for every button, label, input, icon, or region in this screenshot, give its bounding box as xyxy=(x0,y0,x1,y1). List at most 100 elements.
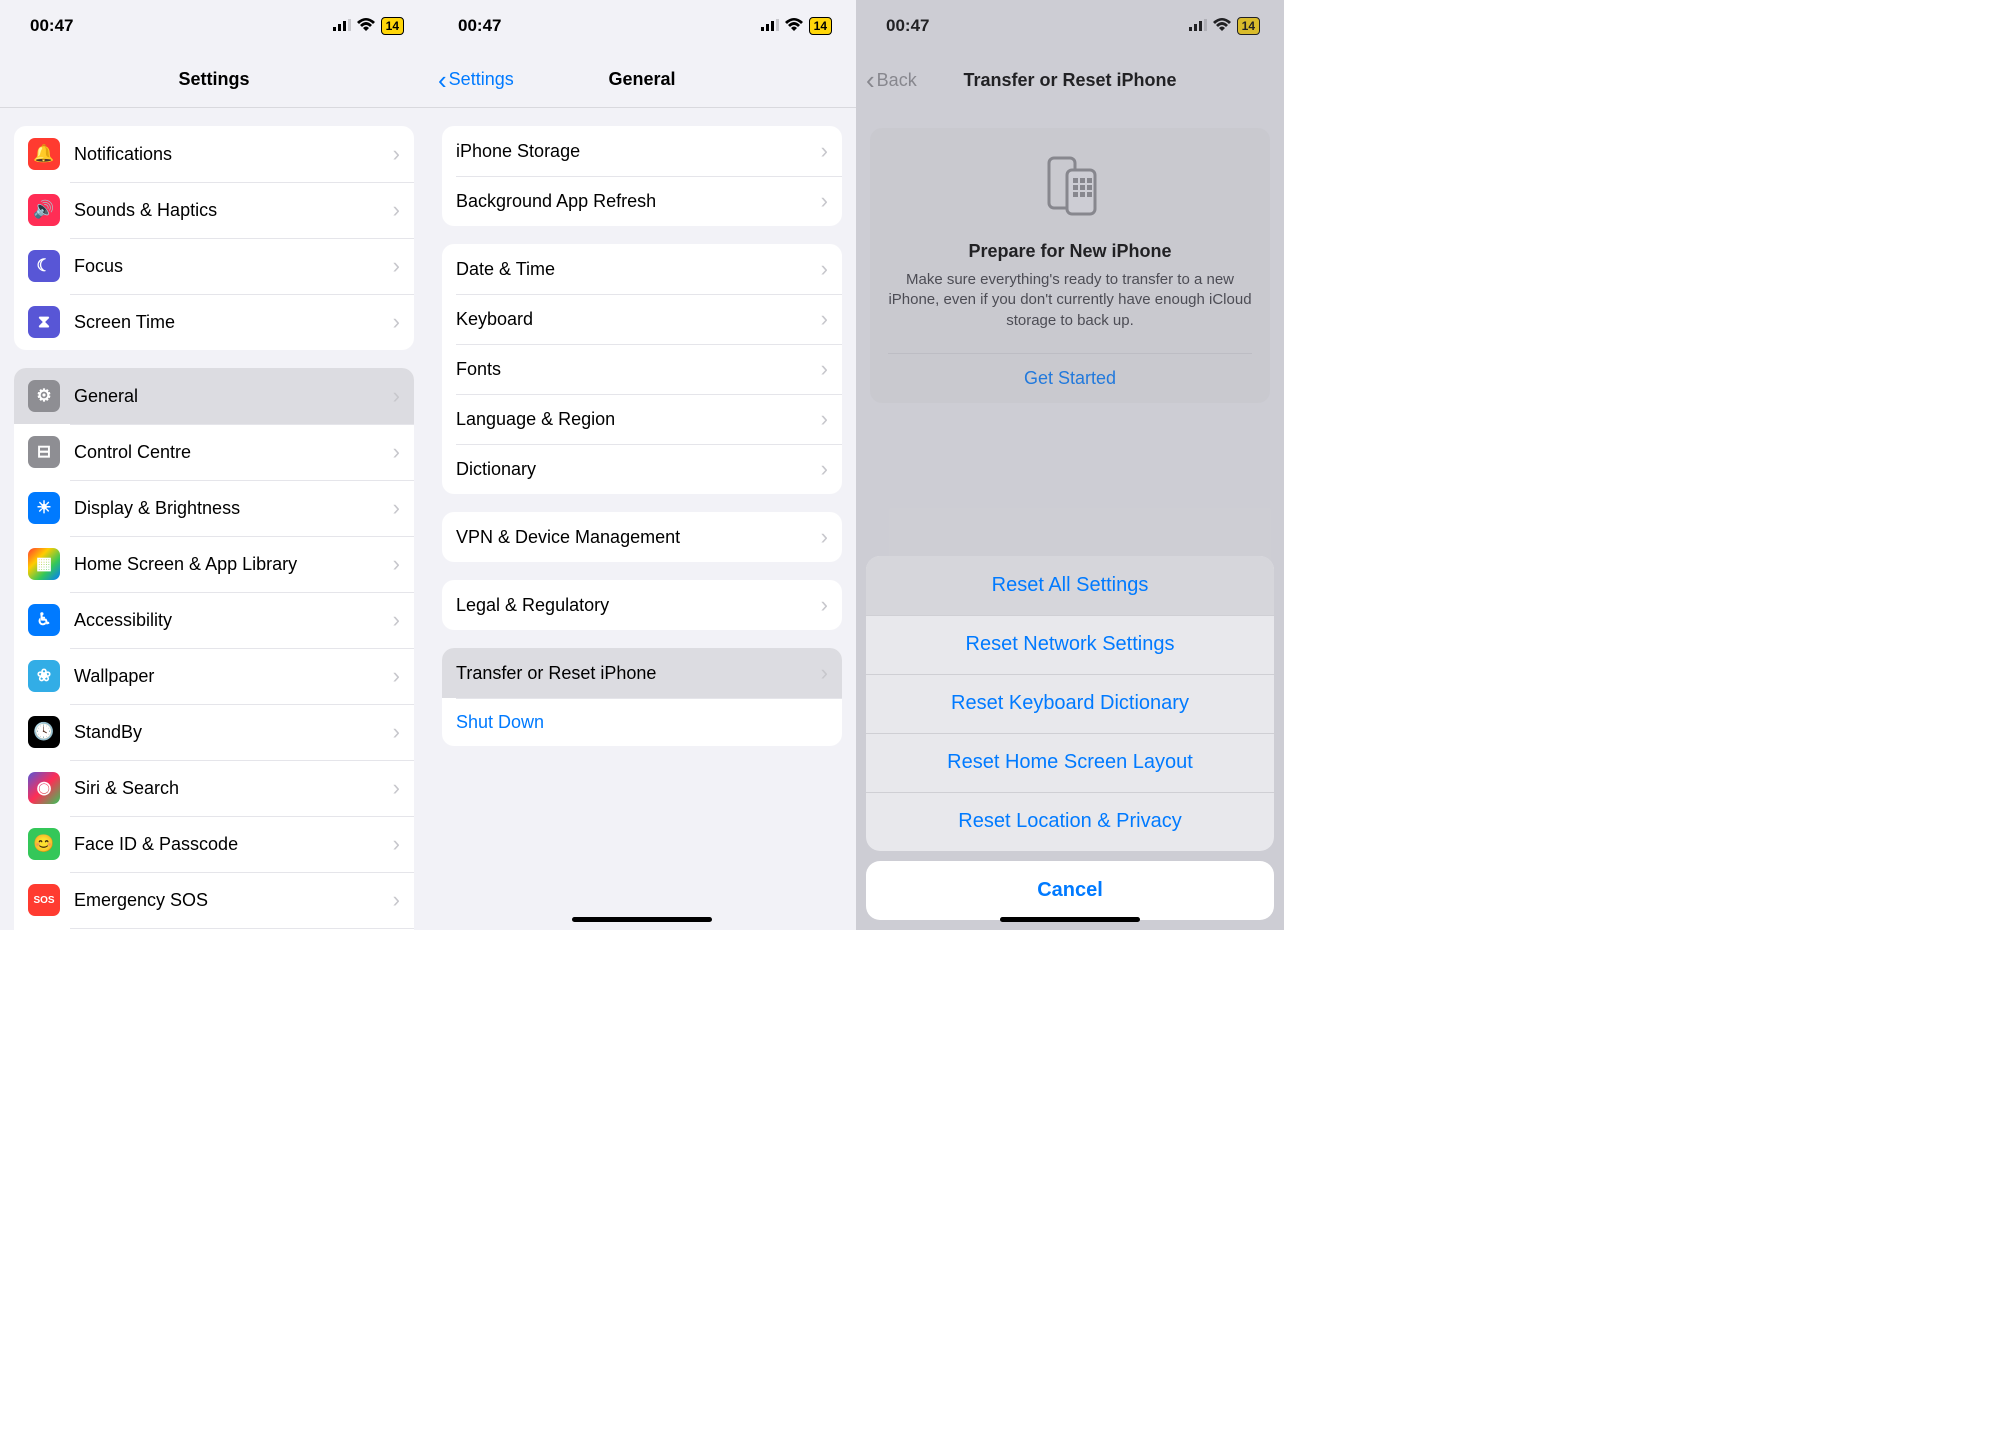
row-label: Control Centre xyxy=(74,442,393,463)
group-legal: Legal & Regulatory› xyxy=(442,580,842,630)
row-transfer-or-reset-iphone[interactable]: Transfer or Reset iPhone› xyxy=(442,648,842,698)
row-icon: ⚙ xyxy=(28,380,60,412)
row-date-time[interactable]: Date & Time› xyxy=(442,244,842,294)
chevron-right-icon: › xyxy=(393,831,400,857)
settings-row-face-id-passcode[interactable]: 😊 Face ID & Passcode› xyxy=(14,816,414,872)
row-label: Siri & Search xyxy=(74,778,393,799)
row-icon: 🕓 xyxy=(28,716,60,748)
row-shut-down[interactable]: Shut Down xyxy=(442,698,842,746)
group-reset: Transfer or Reset iPhone› Shut Down xyxy=(442,648,842,746)
row-legal-regulatory[interactable]: Legal & Regulatory› xyxy=(442,580,842,630)
group-storage: iPhone Storage›Background App Refresh› xyxy=(442,126,842,226)
row-language-region[interactable]: Language & Region› xyxy=(442,394,842,444)
chevron-right-icon: › xyxy=(393,719,400,745)
back-button[interactable]: ‹ Settings xyxy=(438,52,514,107)
row-icon: ☾ xyxy=(28,250,60,282)
home-indicator[interactable] xyxy=(572,917,712,922)
screen-general: 00:47 14 ‹ Settings General iPhone Stora… xyxy=(428,0,856,930)
battery-indicator: 14 xyxy=(809,17,832,35)
chevron-right-icon: › xyxy=(821,188,828,214)
row-label: Face ID & Passcode xyxy=(74,834,393,855)
chevron-right-icon: › xyxy=(393,607,400,633)
row-label: Shut Down xyxy=(456,712,828,733)
row-icon: SOS xyxy=(28,884,60,916)
cellular-icon xyxy=(333,16,351,36)
row-icon: ▦ xyxy=(28,548,60,580)
settings-row-home-screen-app-library[interactable]: ▦Home Screen & App Library› xyxy=(14,536,414,592)
sheet-option-reset-keyboard-dictionary[interactable]: Reset Keyboard Dictionary xyxy=(866,674,1274,733)
chevron-right-icon: › xyxy=(393,439,400,465)
chevron-right-icon: › xyxy=(393,197,400,223)
row-dictionary[interactable]: Dictionary› xyxy=(442,444,842,494)
group-vpn: VPN & Device Management› xyxy=(442,512,842,562)
settings-row-sounds-haptics[interactable]: 🔊Sounds & Haptics› xyxy=(14,182,414,238)
row-label: Legal & Regulatory xyxy=(456,595,821,616)
row-label: iPhone Storage xyxy=(456,141,821,162)
chevron-right-icon: › xyxy=(393,663,400,689)
chevron-right-icon: › xyxy=(393,383,400,409)
chevron-right-icon: › xyxy=(393,887,400,913)
row-label: Keyboard xyxy=(456,309,821,330)
settings-row-display-brightness[interactable]: ☀Display & Brightness› xyxy=(14,480,414,536)
wifi-icon xyxy=(785,16,803,36)
chevron-right-icon: › xyxy=(393,551,400,577)
battery-indicator: 14 xyxy=(381,17,404,35)
settings-row-wallpaper[interactable]: ❀ Wallpaper› xyxy=(14,648,414,704)
page-title: Settings xyxy=(178,69,249,90)
wifi-icon xyxy=(357,16,375,36)
chevron-right-icon: › xyxy=(821,456,828,482)
row-fonts[interactable]: Fonts› xyxy=(442,344,842,394)
chevron-right-icon: › xyxy=(821,256,828,282)
row-label: Fonts xyxy=(456,359,821,380)
settings-row-siri-search[interactable]: ◉ Siri & Search› xyxy=(14,760,414,816)
row-icon: ☀ xyxy=(28,492,60,524)
chevron-right-icon: › xyxy=(821,306,828,332)
row-label: General xyxy=(74,386,393,407)
row-keyboard[interactable]: Keyboard› xyxy=(442,294,842,344)
row-vpn-device-management[interactable]: VPN & Device Management› xyxy=(442,512,842,562)
row-icon: ⧗ xyxy=(28,306,60,338)
settings-row-notifications[interactable]: 🔔Notifications› xyxy=(14,126,414,182)
home-indicator[interactable] xyxy=(1000,917,1140,922)
row-label: Transfer or Reset iPhone xyxy=(456,663,821,684)
row-label: Emergency SOS xyxy=(74,890,393,911)
back-label: Settings xyxy=(449,69,514,90)
chevron-right-icon: › xyxy=(821,138,828,164)
row-iphone-storage[interactable]: iPhone Storage› xyxy=(442,126,842,176)
sheet-cancel-button[interactable]: Cancel xyxy=(866,861,1274,920)
row-label: Wallpaper xyxy=(74,666,393,687)
cellular-icon xyxy=(761,16,779,36)
status-time: 00:47 xyxy=(30,16,73,36)
row-icon: 😊 xyxy=(28,828,60,860)
settings-row-accessibility[interactable]: ♿︎Accessibility› xyxy=(14,592,414,648)
row-background-app-refresh[interactable]: Background App Refresh› xyxy=(442,176,842,226)
row-icon: ◉ xyxy=(28,772,60,804)
row-icon: ❀ xyxy=(28,660,60,692)
screen-transfer-reset: 00:47 14 ‹ Back Transfer or Reset iPhone… xyxy=(856,0,1284,930)
status-bar: 00:47 14 xyxy=(428,0,856,52)
chevron-right-icon: › xyxy=(393,495,400,521)
sheet-option-reset-home-screen-layout[interactable]: Reset Home Screen Layout xyxy=(866,733,1274,792)
row-label: StandBy xyxy=(74,722,393,743)
settings-row-general[interactable]: ⚙ General› xyxy=(14,368,414,424)
settings-row-screen-time[interactable]: ⧗Screen Time› xyxy=(14,294,414,350)
page-title: General xyxy=(608,69,675,90)
chevron-right-icon: › xyxy=(821,356,828,382)
nav-bar: Settings xyxy=(0,52,428,108)
sheet-option-reset-all-settings[interactable]: Reset All Settings xyxy=(866,556,1274,615)
settings-row-focus[interactable]: ☾Focus› xyxy=(14,238,414,294)
chevron-right-icon: › xyxy=(821,524,828,550)
sheet-option-reset-location-privacy[interactable]: Reset Location & Privacy xyxy=(866,792,1274,851)
general-content[interactable]: iPhone Storage›Background App Refresh› D… xyxy=(428,108,856,930)
chevron-right-icon: › xyxy=(393,253,400,279)
chevron-right-icon: › xyxy=(393,775,400,801)
settings-row-control-centre[interactable]: ⊟Control Centre› xyxy=(14,424,414,480)
settings-row-emergency-sos[interactable]: SOS Emergency SOS› xyxy=(14,872,414,928)
settings-row-standby[interactable]: 🕓 StandBy› xyxy=(14,704,414,760)
sheet-options: Reset All SettingsReset Network Settings… xyxy=(866,556,1274,851)
settings-row-exposure-notifications[interactable]: ❋Exposure Notifications› xyxy=(14,928,414,930)
settings-content[interactable]: 🔔Notifications›🔊Sounds & Haptics›☾Focus›… xyxy=(0,108,428,930)
settings-group-general: ⚙General›⊟Control Centre›☀Display & Brig… xyxy=(14,368,414,930)
sheet-option-reset-network-settings[interactable]: Reset Network Settings xyxy=(866,615,1274,674)
action-sheet: Reset All SettingsReset Network Settings… xyxy=(866,556,1274,920)
